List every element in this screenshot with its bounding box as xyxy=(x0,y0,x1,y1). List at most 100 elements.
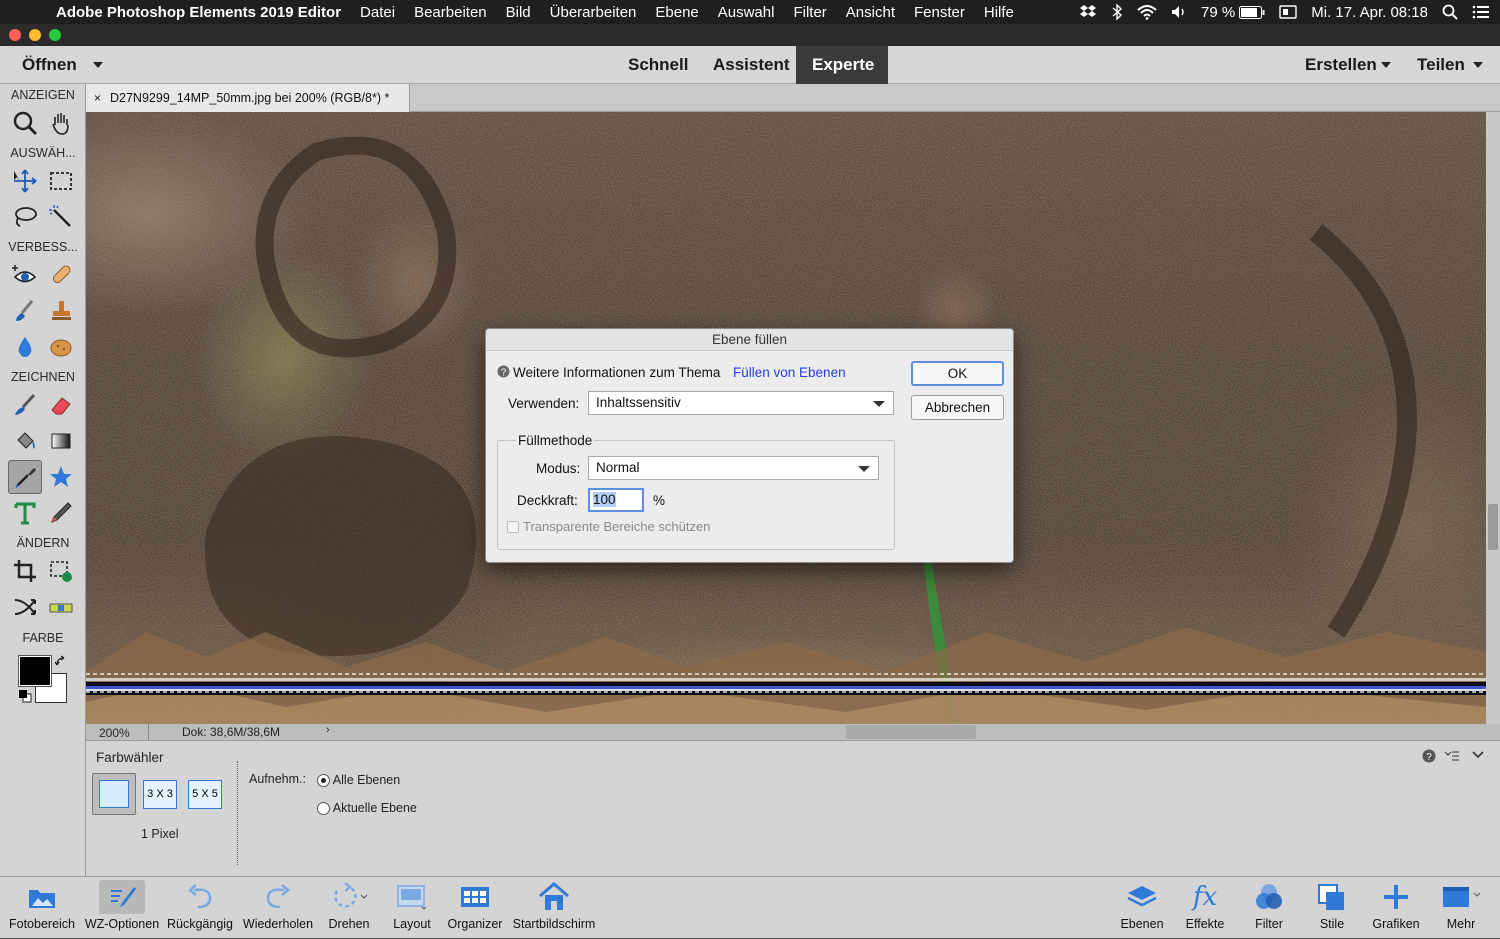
notification-center-icon[interactable] xyxy=(1472,5,1490,19)
tab-schnell[interactable]: Schnell xyxy=(628,46,688,84)
minimize-window-button[interactable] xyxy=(29,29,41,41)
effects-panel-button[interactable]: fx Effekte xyxy=(1178,877,1232,939)
hand-tool[interactable] xyxy=(44,106,78,140)
sponge-tool[interactable] xyxy=(44,330,78,364)
eyedropper-tool[interactable] xyxy=(8,460,42,494)
eraser-tool[interactable] xyxy=(44,388,78,422)
help-icon[interactable]: ? xyxy=(1422,749,1436,763)
app-name-menu[interactable]: Adobe Photoshop Elements 2019 Editor xyxy=(56,4,341,21)
vertical-scrollbar[interactable] xyxy=(1486,112,1500,724)
tool-options-button[interactable]: WZ-Optionen xyxy=(80,877,164,939)
ok-button[interactable]: OK xyxy=(911,361,1004,386)
lasso-tool[interactable] xyxy=(8,200,42,234)
mode-select[interactable]: Normal xyxy=(588,456,879,480)
status-expand-icon[interactable]: › xyxy=(326,724,330,736)
radio-current-layer-dot[interactable] xyxy=(317,802,330,816)
content-aware-move-tool[interactable] xyxy=(8,590,42,624)
panel-menu-icon[interactable] xyxy=(1444,749,1460,763)
info-link[interactable]: Füllen von Ebenen xyxy=(733,365,846,380)
battery-icon[interactable] xyxy=(1239,5,1265,19)
menu-ueberarbeiten[interactable]: Überarbeiten xyxy=(550,4,637,21)
redo-button[interactable]: Wiederholen xyxy=(238,877,318,939)
help-info-icon[interactable]: ? xyxy=(497,365,510,378)
opacity-input[interactable]: 100 xyxy=(588,488,644,512)
home-screen-button[interactable]: Startbildschirm xyxy=(506,877,602,939)
paint-bucket-tool[interactable] xyxy=(8,424,42,458)
open-dropdown-icon[interactable] xyxy=(93,62,103,68)
opacity-label: Deckkraft: xyxy=(517,493,578,508)
sample-3x3-button[interactable]: 3 X 3 xyxy=(143,780,177,809)
preserve-transparency-checkbox[interactable] xyxy=(507,521,519,533)
move-tool[interactable] xyxy=(8,164,42,198)
organizer-button[interactable]: Organizer xyxy=(444,877,506,939)
styles-panel-button[interactable]: Stile xyxy=(1308,877,1356,939)
undo-button[interactable]: Rückgängig xyxy=(164,877,236,939)
volume-icon[interactable] xyxy=(1171,5,1187,19)
layers-panel-button[interactable]: Ebenen xyxy=(1114,877,1170,939)
gradient-tool[interactable] xyxy=(44,424,78,458)
document-tab[interactable]: × D27N9299_14MP_50mm.jpg bei 200% (RGB/8… xyxy=(86,84,410,112)
graphics-panel-button[interactable]: Grafiken xyxy=(1366,877,1426,939)
hand-icon xyxy=(52,113,69,135)
share-dropdown-icon[interactable] xyxy=(1473,62,1483,68)
default-colors-icon[interactable] xyxy=(18,689,32,703)
shape-tool[interactable] xyxy=(44,460,78,494)
spot-healing-tool[interactable] xyxy=(44,258,78,292)
brush-tool[interactable] xyxy=(8,388,42,422)
menu-hilfe[interactable]: Hilfe xyxy=(984,4,1014,21)
tab-assistent[interactable]: Assistent xyxy=(713,46,790,84)
crop-tool[interactable] xyxy=(8,554,42,588)
menu-fenster[interactable]: Fenster xyxy=(914,4,965,21)
display-icon[interactable] xyxy=(1279,5,1297,19)
close-tab-icon[interactable]: × xyxy=(94,84,101,112)
radio-all-layers[interactable]: Alle Ebenen xyxy=(317,773,400,788)
zoom-window-button[interactable] xyxy=(49,29,61,41)
more-panel-button[interactable]: Mehr xyxy=(1436,877,1486,939)
filter-panel-button[interactable]: Filter xyxy=(1244,877,1294,939)
close-window-button[interactable] xyxy=(9,29,21,41)
blur-tool[interactable] xyxy=(8,330,42,364)
quick-select-tool[interactable] xyxy=(44,200,78,234)
vertical-scroll-thumb[interactable] xyxy=(1488,504,1498,550)
menu-bild[interactable]: Bild xyxy=(506,4,531,21)
point-sample-button[interactable] xyxy=(92,773,136,815)
dropbox-icon[interactable] xyxy=(1079,4,1097,20)
tab-experte[interactable]: Experte xyxy=(796,46,888,84)
pencil-tool[interactable] xyxy=(44,496,78,530)
sample-5x5-button[interactable]: 5 X 5 xyxy=(188,780,222,809)
layout-button[interactable]: Layout xyxy=(384,877,440,939)
create-dropdown-icon[interactable] xyxy=(1381,62,1391,68)
create-button[interactable]: Erstellen xyxy=(1305,46,1377,84)
menu-bearbeiten[interactable]: Bearbeiten xyxy=(414,4,487,21)
zoom-tool[interactable] xyxy=(8,106,42,140)
wifi-icon[interactable] xyxy=(1137,4,1157,20)
smart-brush-tool[interactable] xyxy=(8,294,42,328)
clone-stamp-tool[interactable] xyxy=(44,294,78,328)
rect-marquee-tool[interactable] xyxy=(44,164,78,198)
zoom-level[interactable]: 200% xyxy=(99,726,130,740)
radio-all-layers-dot[interactable] xyxy=(317,774,330,788)
use-select[interactable]: Inhaltssensitiv xyxy=(588,391,894,415)
menu-ansicht[interactable]: Ansicht xyxy=(846,4,895,21)
rotate-button[interactable]: Drehen xyxy=(320,877,378,939)
recompose-tool[interactable] xyxy=(44,554,78,588)
open-button[interactable]: Öffnen xyxy=(22,46,77,84)
red-eye-tool[interactable] xyxy=(8,258,42,292)
collapse-panel-icon[interactable] xyxy=(1472,750,1484,760)
straighten-tool[interactable] xyxy=(44,590,78,624)
clock[interactable]: Mi. 17. Apr. 08:18 xyxy=(1311,4,1428,21)
radio-current-layer[interactable]: Aktuelle Ebene xyxy=(317,801,417,816)
spotlight-search-icon[interactable] xyxy=(1442,4,1458,20)
horizontal-scroll-thumb[interactable] xyxy=(846,725,976,739)
menu-auswahl[interactable]: Auswahl xyxy=(718,4,775,21)
bluetooth-icon[interactable] xyxy=(1111,4,1123,20)
menu-filter[interactable]: Filter xyxy=(793,4,826,21)
swap-colors-icon[interactable] xyxy=(54,655,68,669)
share-button[interactable]: Teilen xyxy=(1417,46,1465,84)
text-tool[interactable] xyxy=(8,496,42,530)
photo-bin-button[interactable]: Fotobereich xyxy=(4,877,80,939)
cancel-button[interactable]: Abbrechen xyxy=(911,395,1004,420)
menu-datei[interactable]: Datei xyxy=(360,4,395,21)
foreground-color-swatch[interactable] xyxy=(18,655,52,687)
menu-ebene[interactable]: Ebene xyxy=(655,4,698,21)
